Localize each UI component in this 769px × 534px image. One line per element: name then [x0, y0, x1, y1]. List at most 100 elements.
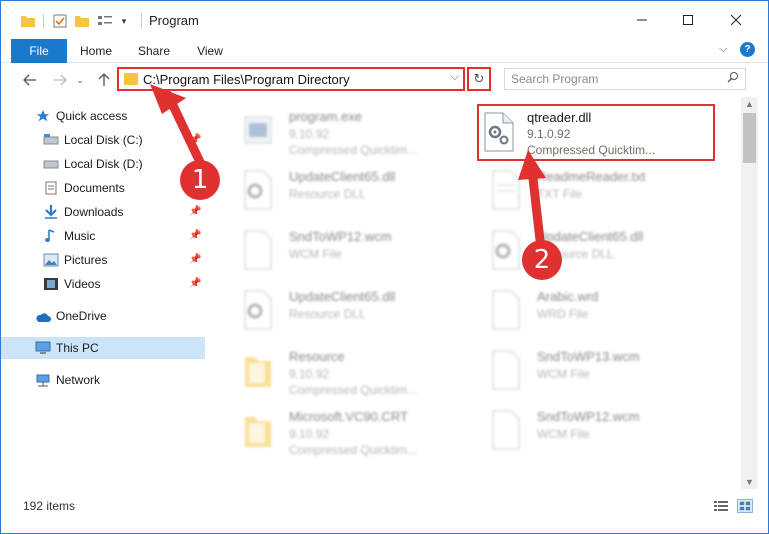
sidebar-item-onedrive[interactable]: OneDrive — [1, 305, 205, 327]
star-icon — [36, 109, 50, 122]
scroll-down-icon[interactable]: ▼ — [741, 477, 758, 487]
file-item[interactable]: UpdateClient65.dll Resource DLL — [467, 223, 707, 275]
file-description: Compressed Quicktim... — [289, 383, 418, 397]
recent-locations-icon[interactable]: ⌄ — [73, 69, 87, 91]
item-count: 192 items — [23, 499, 76, 513]
tab-view[interactable]: View — [187, 39, 233, 63]
sidebar-item-label: OneDrive — [56, 309, 107, 323]
folder-icon[interactable] — [19, 11, 37, 31]
file-type: Resource DLL — [289, 187, 366, 201]
title-bar: ▾ Program — [1, 1, 768, 39]
documents-icon — [45, 181, 57, 195]
folder-icon — [124, 73, 138, 85]
up-button[interactable] — [93, 69, 115, 91]
properties-icon[interactable] — [51, 11, 69, 31]
pin-icon[interactable]: 📌 — [189, 206, 201, 217]
file-item[interactable]: program.exe 9.10.92 Compressed Quicktim.… — [219, 103, 459, 157]
dll-gear-icon — [244, 170, 272, 210]
step-two-callout: 2 — [522, 240, 562, 280]
sidebar-item-label: Documents — [64, 181, 125, 195]
file-item[interactable]: Microsoft.VC90.CRT 9.10.92 Compressed Qu… — [219, 403, 459, 457]
tab-share[interactable]: Share — [131, 39, 177, 63]
tab-file[interactable]: File — [11, 39, 67, 63]
minimize-button[interactable] — [619, 1, 665, 39]
chevron-down-icon[interactable]: ⌵ — [451, 71, 459, 84]
forward-button[interactable] — [49, 69, 71, 91]
sidebar-item-videos[interactable]: Videos 📌 — [1, 273, 205, 295]
file-name: ReadmeReader.txt — [537, 169, 646, 184]
sidebar-item-quick-access[interactable]: Quick access — [1, 105, 205, 127]
sidebar-item-music[interactable]: Music 📌 — [1, 225, 205, 247]
computer-icon — [35, 341, 51, 354]
sidebar-item-downloads[interactable]: Downloads 📌 — [1, 201, 205, 223]
scroll-thumb[interactable] — [743, 113, 756, 163]
help-icon[interactable]: ? — [740, 42, 755, 57]
highlighted-file-item[interactable]: qtreader.dll 9.1.0.92 Compressed Quickti… — [477, 104, 715, 161]
address-bar[interactable]: C:\Program Files\Program Directory ⌵ — [117, 67, 465, 91]
tab-home[interactable]: Home — [73, 39, 119, 63]
file-name: SndToWP12.wcm — [289, 229, 392, 244]
sidebar-item-label: Local Disk (D:) — [64, 157, 143, 171]
pin-icon[interactable]: 📌 — [189, 278, 201, 289]
file-name: program.exe — [289, 109, 362, 124]
search-box[interactable] — [504, 68, 746, 90]
pictures-icon — [43, 253, 59, 267]
close-button[interactable] — [713, 1, 759, 39]
refresh-button[interactable]: ↻ — [467, 67, 491, 91]
pin-icon[interactable]: 📌 — [189, 230, 201, 241]
file-type: TXT File — [537, 187, 583, 201]
file-name: UpdateClient65.dll — [289, 289, 396, 304]
file-version: 9.1.0.92 — [527, 127, 571, 141]
file-item[interactable]: ReadmeReader.txt TXT File — [467, 163, 707, 215]
address-path: C:\Program Files\Program Directory — [143, 72, 350, 87]
sidebar-item-label: This PC — [56, 341, 99, 355]
sidebar-item-network[interactable]: Network — [1, 369, 205, 391]
view-options-icon[interactable] — [95, 11, 115, 31]
sidebar-item-local-disk-d[interactable]: Local Disk (D:) — [1, 153, 205, 175]
blank-file-icon — [244, 230, 272, 270]
sidebar-item-label: Music — [64, 229, 96, 243]
file-version: 9.10.92 — [289, 427, 330, 441]
scroll-up-icon[interactable]: ▲ — [741, 99, 758, 109]
file-item[interactable]: UpdateClient65.dll Resource DLL — [219, 283, 459, 335]
file-name: Resource — [289, 349, 345, 364]
navigation-bar: ⌄ C:\Program Files\Program Directory ⌵ ↻ — [1, 63, 768, 97]
large-icons-view-icon[interactable] — [737, 499, 753, 513]
search-icon — [727, 71, 739, 86]
pin-icon[interactable]: 📌 — [189, 254, 201, 265]
file-item[interactable]: UpdateClient65.dll Resource DLL — [219, 163, 459, 215]
folder-icon — [245, 357, 271, 387]
new-folder-icon[interactable] — [73, 11, 91, 31]
file-item[interactable]: Arabic.wrd WRD File — [467, 283, 707, 335]
file-name: UpdateClient65.dll — [289, 169, 396, 184]
file-item[interactable]: SndToWP13.wcm WCM File — [467, 343, 707, 395]
dll-gear-icon — [484, 112, 514, 152]
blank-file-icon — [492, 410, 520, 450]
pin-icon[interactable]: 📌 — [189, 134, 201, 145]
file-item[interactable]: Resource 9.10.92 Compressed Quicktim... — [219, 343, 459, 397]
videos-icon — [44, 278, 58, 290]
title-separator — [141, 13, 142, 29]
details-view-icon[interactable] — [713, 499, 729, 513]
sidebar-item-this-pc[interactable]: This PC — [1, 337, 205, 359]
customize-toolbar-icon[interactable]: ▾ — [117, 11, 131, 31]
file-item[interactable]: SndToWP12.wcm WCM File — [219, 223, 459, 275]
expand-ribbon-icon[interactable]: ⌵ — [719, 43, 727, 56]
maximize-button[interactable] — [665, 1, 711, 39]
sidebar-item-documents[interactable]: Documents 📌 — [1, 177, 205, 199]
file-item[interactable]: SndToWP12.wcm WCM File — [467, 403, 707, 455]
file-version: 9.10.92 — [289, 127, 330, 141]
search-input[interactable] — [511, 71, 711, 87]
network-icon — [36, 374, 50, 387]
vertical-scrollbar[interactable]: ▲ ▼ — [741, 97, 758, 489]
window-title: Program — [149, 13, 199, 28]
sidebar-item-label: Downloads — [64, 205, 124, 219]
sidebar-item-pictures[interactable]: Pictures 📌 — [1, 249, 205, 271]
file-name: SndToWP13.wcm — [537, 349, 640, 364]
navigation-pane: Quick access Local Disk (C:) 📌 Local Dis… — [1, 101, 205, 491]
step-one-callout: 1 — [180, 160, 220, 200]
back-button[interactable] — [19, 69, 41, 91]
file-version: 9.10.92 — [289, 367, 330, 381]
sidebar-item-label: Videos — [64, 277, 101, 291]
sidebar-item-local-disk-c[interactable]: Local Disk (C:) 📌 — [1, 129, 205, 151]
